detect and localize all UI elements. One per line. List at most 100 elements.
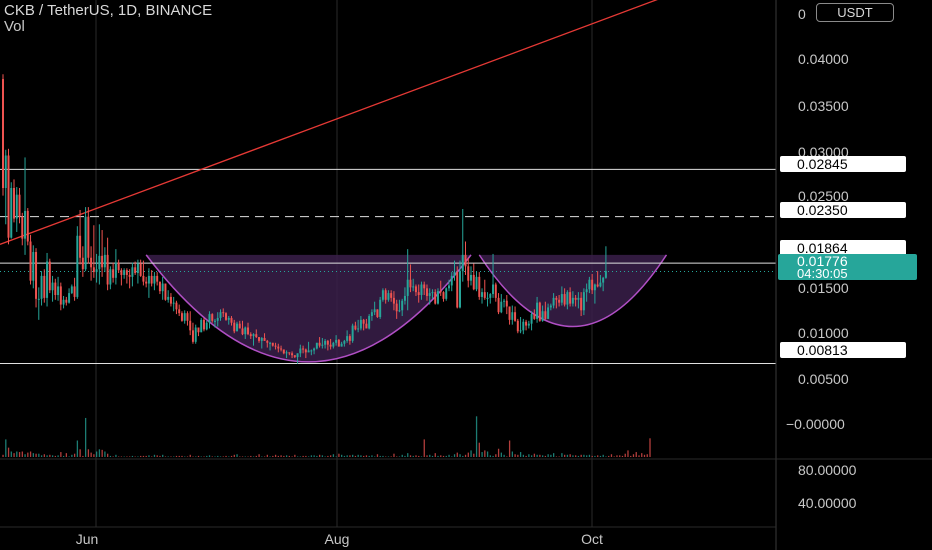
candle-body	[538, 302, 541, 321]
countdown-timer: 04:30:05	[797, 266, 848, 281]
candle-body	[62, 299, 65, 305]
candle-body	[461, 254, 464, 272]
candle-body	[563, 294, 566, 305]
volume-bar	[481, 452, 483, 457]
volume-bar	[368, 455, 370, 457]
candle-body	[43, 275, 46, 298]
volume-bar	[533, 453, 536, 457]
volume-bar	[613, 456, 615, 457]
candle-body	[549, 305, 552, 308]
volume-bar	[156, 455, 158, 457]
volume-bar	[2, 454, 4, 457]
volume-bar	[46, 455, 48, 457]
candle-body	[153, 275, 156, 284]
volume-bar	[321, 455, 324, 457]
candle-body	[37, 298, 40, 300]
volume-bar	[489, 455, 491, 457]
candle-body	[139, 263, 142, 276]
volume-bar	[352, 454, 354, 457]
volume-bar	[120, 456, 123, 457]
volume-bar	[379, 455, 381, 457]
volume-bar	[528, 454, 530, 457]
currency-button[interactable]: USDT	[816, 3, 894, 22]
volume-bar	[398, 456, 401, 457]
candle-body	[569, 292, 572, 304]
time-tick-label: Aug	[325, 531, 350, 547]
candle-body	[351, 325, 354, 341]
candle-body	[125, 270, 128, 275]
volume-bar	[577, 455, 580, 457]
volume-bar	[371, 455, 373, 457]
volume-bar	[54, 455, 57, 457]
volume-bar	[619, 455, 621, 457]
price-chart[interactable]: 0.040000.035000.030000.025000.015000.010…	[0, 0, 932, 550]
volume-bar	[126, 456, 128, 457]
volume-indicator-label: Vol	[4, 18, 25, 35]
candle-body	[412, 286, 415, 288]
candle-body	[109, 269, 112, 285]
candle-body	[390, 293, 393, 298]
candle-body	[299, 348, 302, 354]
candle-body	[571, 297, 574, 304]
candle-body	[10, 187, 13, 238]
candle-body	[511, 312, 514, 320]
candle-body	[296, 353, 299, 358]
candle-body	[428, 293, 431, 296]
volume-bar	[296, 456, 299, 457]
volume-bar	[426, 455, 428, 457]
candle-body	[87, 216, 90, 258]
candle-body	[233, 322, 236, 332]
volume-bar	[597, 455, 599, 457]
volume-bar	[219, 456, 222, 457]
volume-bar	[159, 455, 161, 457]
volume-bar	[588, 454, 591, 457]
candle-body	[577, 297, 580, 300]
candle-body	[470, 274, 473, 281]
candle-body	[183, 313, 186, 321]
volume-bar	[385, 456, 387, 457]
candle-body	[453, 272, 456, 276]
candle-body	[365, 323, 368, 329]
volume-bar	[148, 455, 150, 457]
candle-body	[46, 261, 49, 298]
volume-bar	[68, 456, 70, 457]
candle-body	[354, 325, 357, 330]
volume-tick-label: −0.00000	[786, 416, 845, 432]
volume-bar	[134, 456, 136, 457]
volume-bar	[442, 455, 445, 457]
time-tick-label: Oct	[581, 531, 603, 547]
candle-body	[95, 269, 98, 273]
volume-bar	[415, 455, 417, 457]
volume-bar	[222, 456, 224, 457]
candle-body	[57, 286, 60, 296]
candle-body	[384, 290, 387, 300]
candle-body	[599, 282, 602, 287]
candle-body	[277, 346, 280, 349]
candle-body	[525, 321, 528, 326]
volume-bar	[429, 454, 431, 457]
candle-body	[249, 334, 252, 337]
candle-body	[112, 269, 115, 278]
volume-bar	[349, 455, 351, 457]
volume-bar	[525, 455, 527, 457]
volume-bar	[291, 456, 293, 457]
candle-body	[458, 271, 461, 308]
volume-bar	[497, 448, 500, 457]
volume-bar	[448, 454, 450, 457]
candle-body	[315, 342, 318, 349]
volume-bar	[484, 450, 486, 457]
volume-bar	[266, 454, 268, 457]
candle-body	[604, 271, 607, 278]
volume-bar	[175, 455, 178, 457]
candle-body	[346, 336, 349, 341]
volume-bar	[21, 451, 23, 457]
candle-body	[51, 282, 54, 291]
volume-bar	[230, 455, 233, 457]
candle-body	[241, 328, 244, 335]
volume-bar	[129, 456, 131, 457]
volume-bar	[178, 455, 180, 457]
volume-bar	[376, 454, 379, 457]
volume-bar	[112, 456, 114, 457]
volume-bar	[553, 453, 555, 457]
candle-body	[202, 319, 205, 330]
